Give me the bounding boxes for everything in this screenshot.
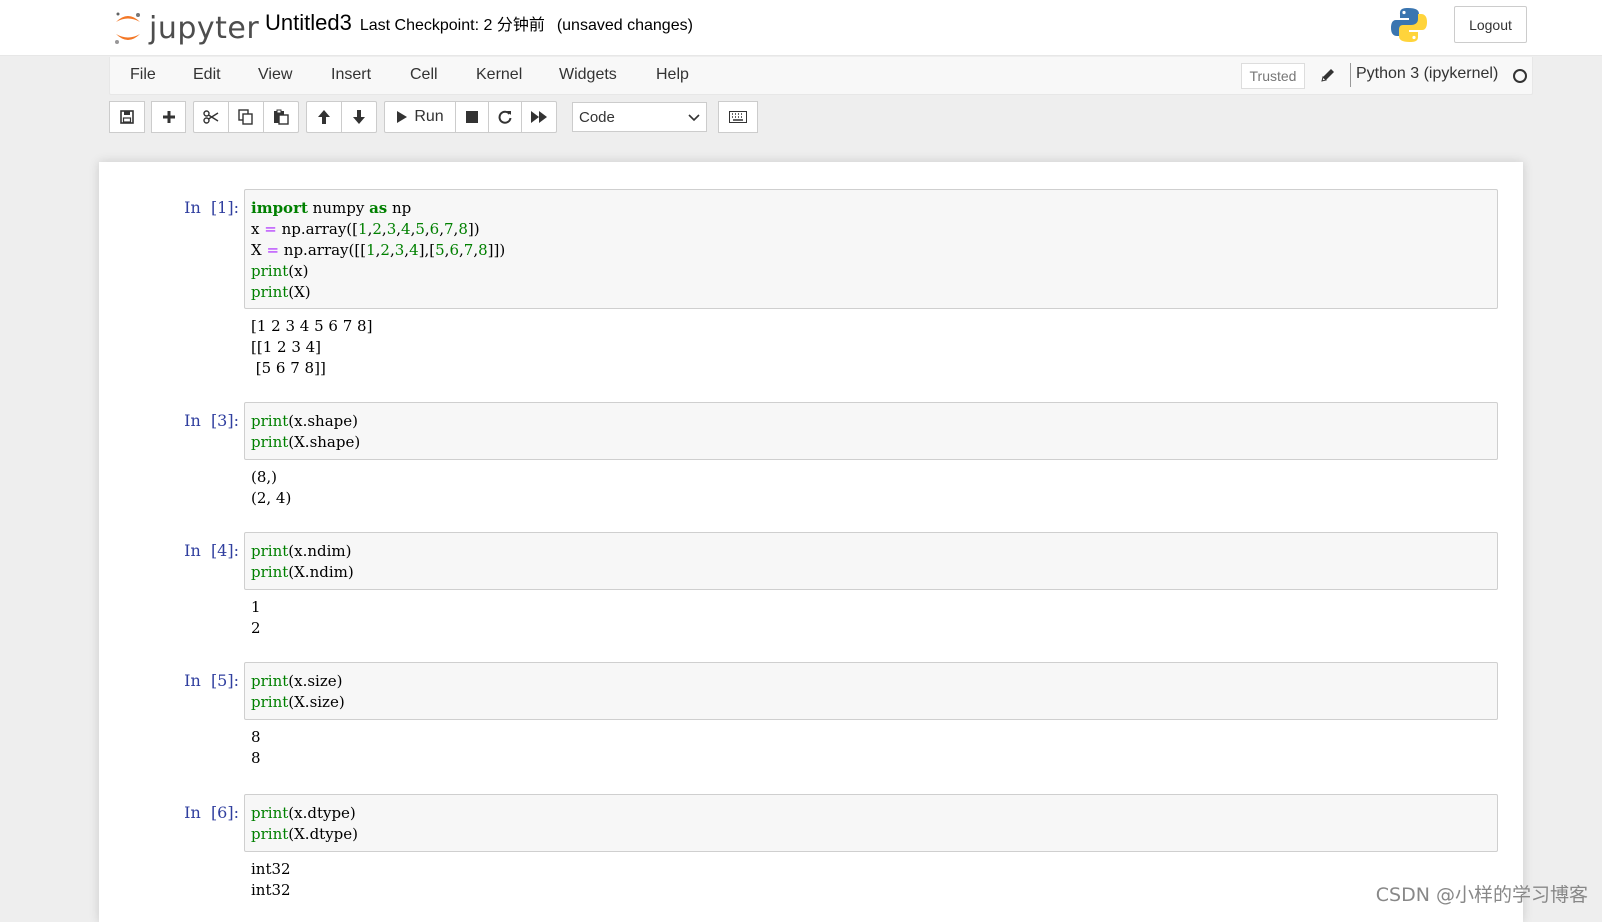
restart-button[interactable] — [488, 101, 522, 133]
output-line: [1 2 3 4 5 6 7 8] — [251, 317, 373, 335]
copy-icon — [238, 109, 253, 125]
code-cell[interactable]: In [4]: print(x.ndim) print(X.ndim) 1 2 — [99, 532, 1523, 652]
logo-text: jupyter — [149, 10, 260, 46]
output-line: int32 — [251, 881, 291, 899]
arrow-up-icon — [318, 110, 330, 124]
menu-file[interactable]: File — [130, 66, 156, 84]
code-line: print(x.size) — [251, 672, 343, 690]
output-line: 8 — [251, 728, 261, 746]
input-prompt: In [4]: — [184, 541, 239, 560]
arrow-down-icon — [353, 110, 365, 124]
save-icon — [120, 110, 134, 124]
menu-insert[interactable]: Insert — [331, 66, 371, 84]
cell-output: (8,) (2, 4) — [251, 467, 291, 509]
title-area: Untitled3 Last Checkpoint: 2 分钟前 (unsave… — [265, 10, 693, 36]
output-line: 1 — [251, 598, 261, 616]
cut-icon — [203, 110, 219, 124]
stop-icon — [466, 111, 478, 123]
interrupt-button[interactable] — [455, 101, 489, 133]
code-input[interactable]: print(x.dtype) print(X.dtype) — [244, 794, 1498, 852]
insert-cell-button[interactable] — [151, 101, 186, 133]
run-icon — [397, 111, 408, 123]
code-line: print(X.size) — [251, 693, 345, 711]
pencil-icon[interactable] — [1320, 67, 1336, 88]
code-line: import numpy as np — [251, 199, 412, 217]
cell-output: 1 2 — [251, 597, 261, 639]
kernel-separator — [1350, 63, 1351, 87]
code-cell[interactable]: In [6]: print(x.dtype) print(X.dtype) in… — [99, 794, 1523, 914]
menu-cell[interactable]: Cell — [410, 66, 438, 84]
fast-forward-icon — [531, 111, 547, 123]
menubar: File Edit View Insert Cell Kernel Widget… — [109, 57, 1533, 95]
trusted-indicator[interactable]: Trusted — [1241, 63, 1305, 89]
code-input[interactable]: import numpy as np x = np.array([1,2,3,4… — [244, 189, 1498, 309]
code-line: x = np.array([1,2,3,4,5,6,7,8]) — [251, 220, 480, 238]
code-line: print(x.dtype) — [251, 804, 356, 822]
kernel-idle-icon — [1513, 69, 1527, 83]
copy-button[interactable] — [228, 101, 264, 133]
checkpoint-status: Last Checkpoint: 2 分钟前 — [359, 17, 545, 34]
output-line: (2, 4) — [251, 489, 292, 507]
cell-output: [1 2 3 4 5 6 7 8] [[1 2 3 4] [5 6 7 8]] — [251, 316, 372, 379]
code-input[interactable]: print(x.size) print(X.size) — [244, 662, 1498, 720]
cell-type-select[interactable]: Code — [572, 102, 707, 132]
python-logo-icon — [1390, 6, 1428, 49]
output-line: 2 — [251, 619, 261, 637]
move-down-button[interactable] — [341, 101, 377, 133]
run-label: Run — [414, 108, 444, 125]
jupyter-logo-icon — [115, 12, 140, 44]
code-cell[interactable]: In [3]: print(x.shape) print(X.shape) (8… — [99, 402, 1523, 522]
code-input[interactable]: print(x.ndim) print(X.ndim) — [244, 532, 1498, 590]
autosave-status: (unsaved changes) — [556, 17, 693, 34]
output-line: [[1 2 3 4] — [251, 338, 322, 356]
output-line: (8,) — [251, 468, 278, 486]
plus-icon — [162, 111, 175, 123]
menu-edit[interactable]: Edit — [193, 66, 221, 84]
notebook-container: In [1]: import numpy as np x = np.array(… — [99, 162, 1523, 922]
restart-icon — [498, 110, 512, 124]
input-prompt: In [6]: — [184, 803, 239, 822]
cell-type-value: Code — [579, 108, 615, 126]
paste-icon — [274, 109, 289, 125]
menu-kernel[interactable]: Kernel — [476, 66, 522, 84]
header: jupyter Untitled3 Last Checkpoint: 2 分钟前… — [0, 0, 1602, 56]
code-input[interactable]: print(x.shape) print(X.shape) — [244, 402, 1498, 460]
code-line: print(X) — [251, 283, 311, 301]
cell-output: 8 8 — [251, 727, 261, 769]
save-button[interactable] — [109, 101, 145, 133]
code-cell[interactable]: In [1]: import numpy as np x = np.array(… — [99, 189, 1523, 389]
input-prompt: In [5]: — [184, 671, 239, 690]
code-line: print(X.dtype) — [251, 825, 358, 843]
menu-help[interactable]: Help — [656, 66, 689, 84]
output-line: [5 6 7 8]] — [251, 359, 326, 377]
code-line: print(X.ndim) — [251, 563, 354, 581]
move-up-button[interactable] — [306, 101, 342, 133]
notebook-name[interactable]: Untitled3 — [265, 10, 352, 36]
code-cell[interactable]: In [5]: print(x.size) print(X.size) 8 8 — [99, 662, 1523, 782]
restart-run-all-button[interactable] — [521, 101, 557, 133]
watermark: CSDN @小样的学习博客 — [1375, 884, 1588, 906]
chevron-down-icon — [688, 114, 700, 122]
input-prompt: In [3]: — [184, 411, 239, 430]
paste-button[interactable] — [263, 101, 299, 133]
menu-view[interactable]: View — [258, 66, 292, 84]
cell-output: int32 int32 — [251, 859, 291, 901]
code-line: print(x) — [251, 262, 309, 280]
input-prompt: In [1]: — [184, 198, 239, 217]
jupyter-logo[interactable]: jupyter — [113, 8, 259, 48]
code-line: print(X.shape) — [251, 433, 361, 451]
command-palette-button[interactable] — [718, 101, 758, 133]
code-line: print(x.shape) — [251, 412, 358, 430]
keyboard-icon — [729, 111, 747, 123]
run-button[interactable]: Run — [384, 101, 456, 133]
code-line: X = np.array([[1,2,3,4],[5,6,7,8]]) — [251, 241, 506, 259]
output-line: 8 — [251, 749, 261, 767]
logout-button[interactable]: Logout — [1454, 6, 1527, 43]
cut-button[interactable] — [193, 101, 229, 133]
kernel-name[interactable]: Python 3 (ipykernel) — [1356, 65, 1498, 83]
code-line: print(x.ndim) — [251, 542, 352, 560]
output-line: int32 — [251, 860, 291, 878]
menu-widgets[interactable]: Widgets — [559, 66, 617, 84]
